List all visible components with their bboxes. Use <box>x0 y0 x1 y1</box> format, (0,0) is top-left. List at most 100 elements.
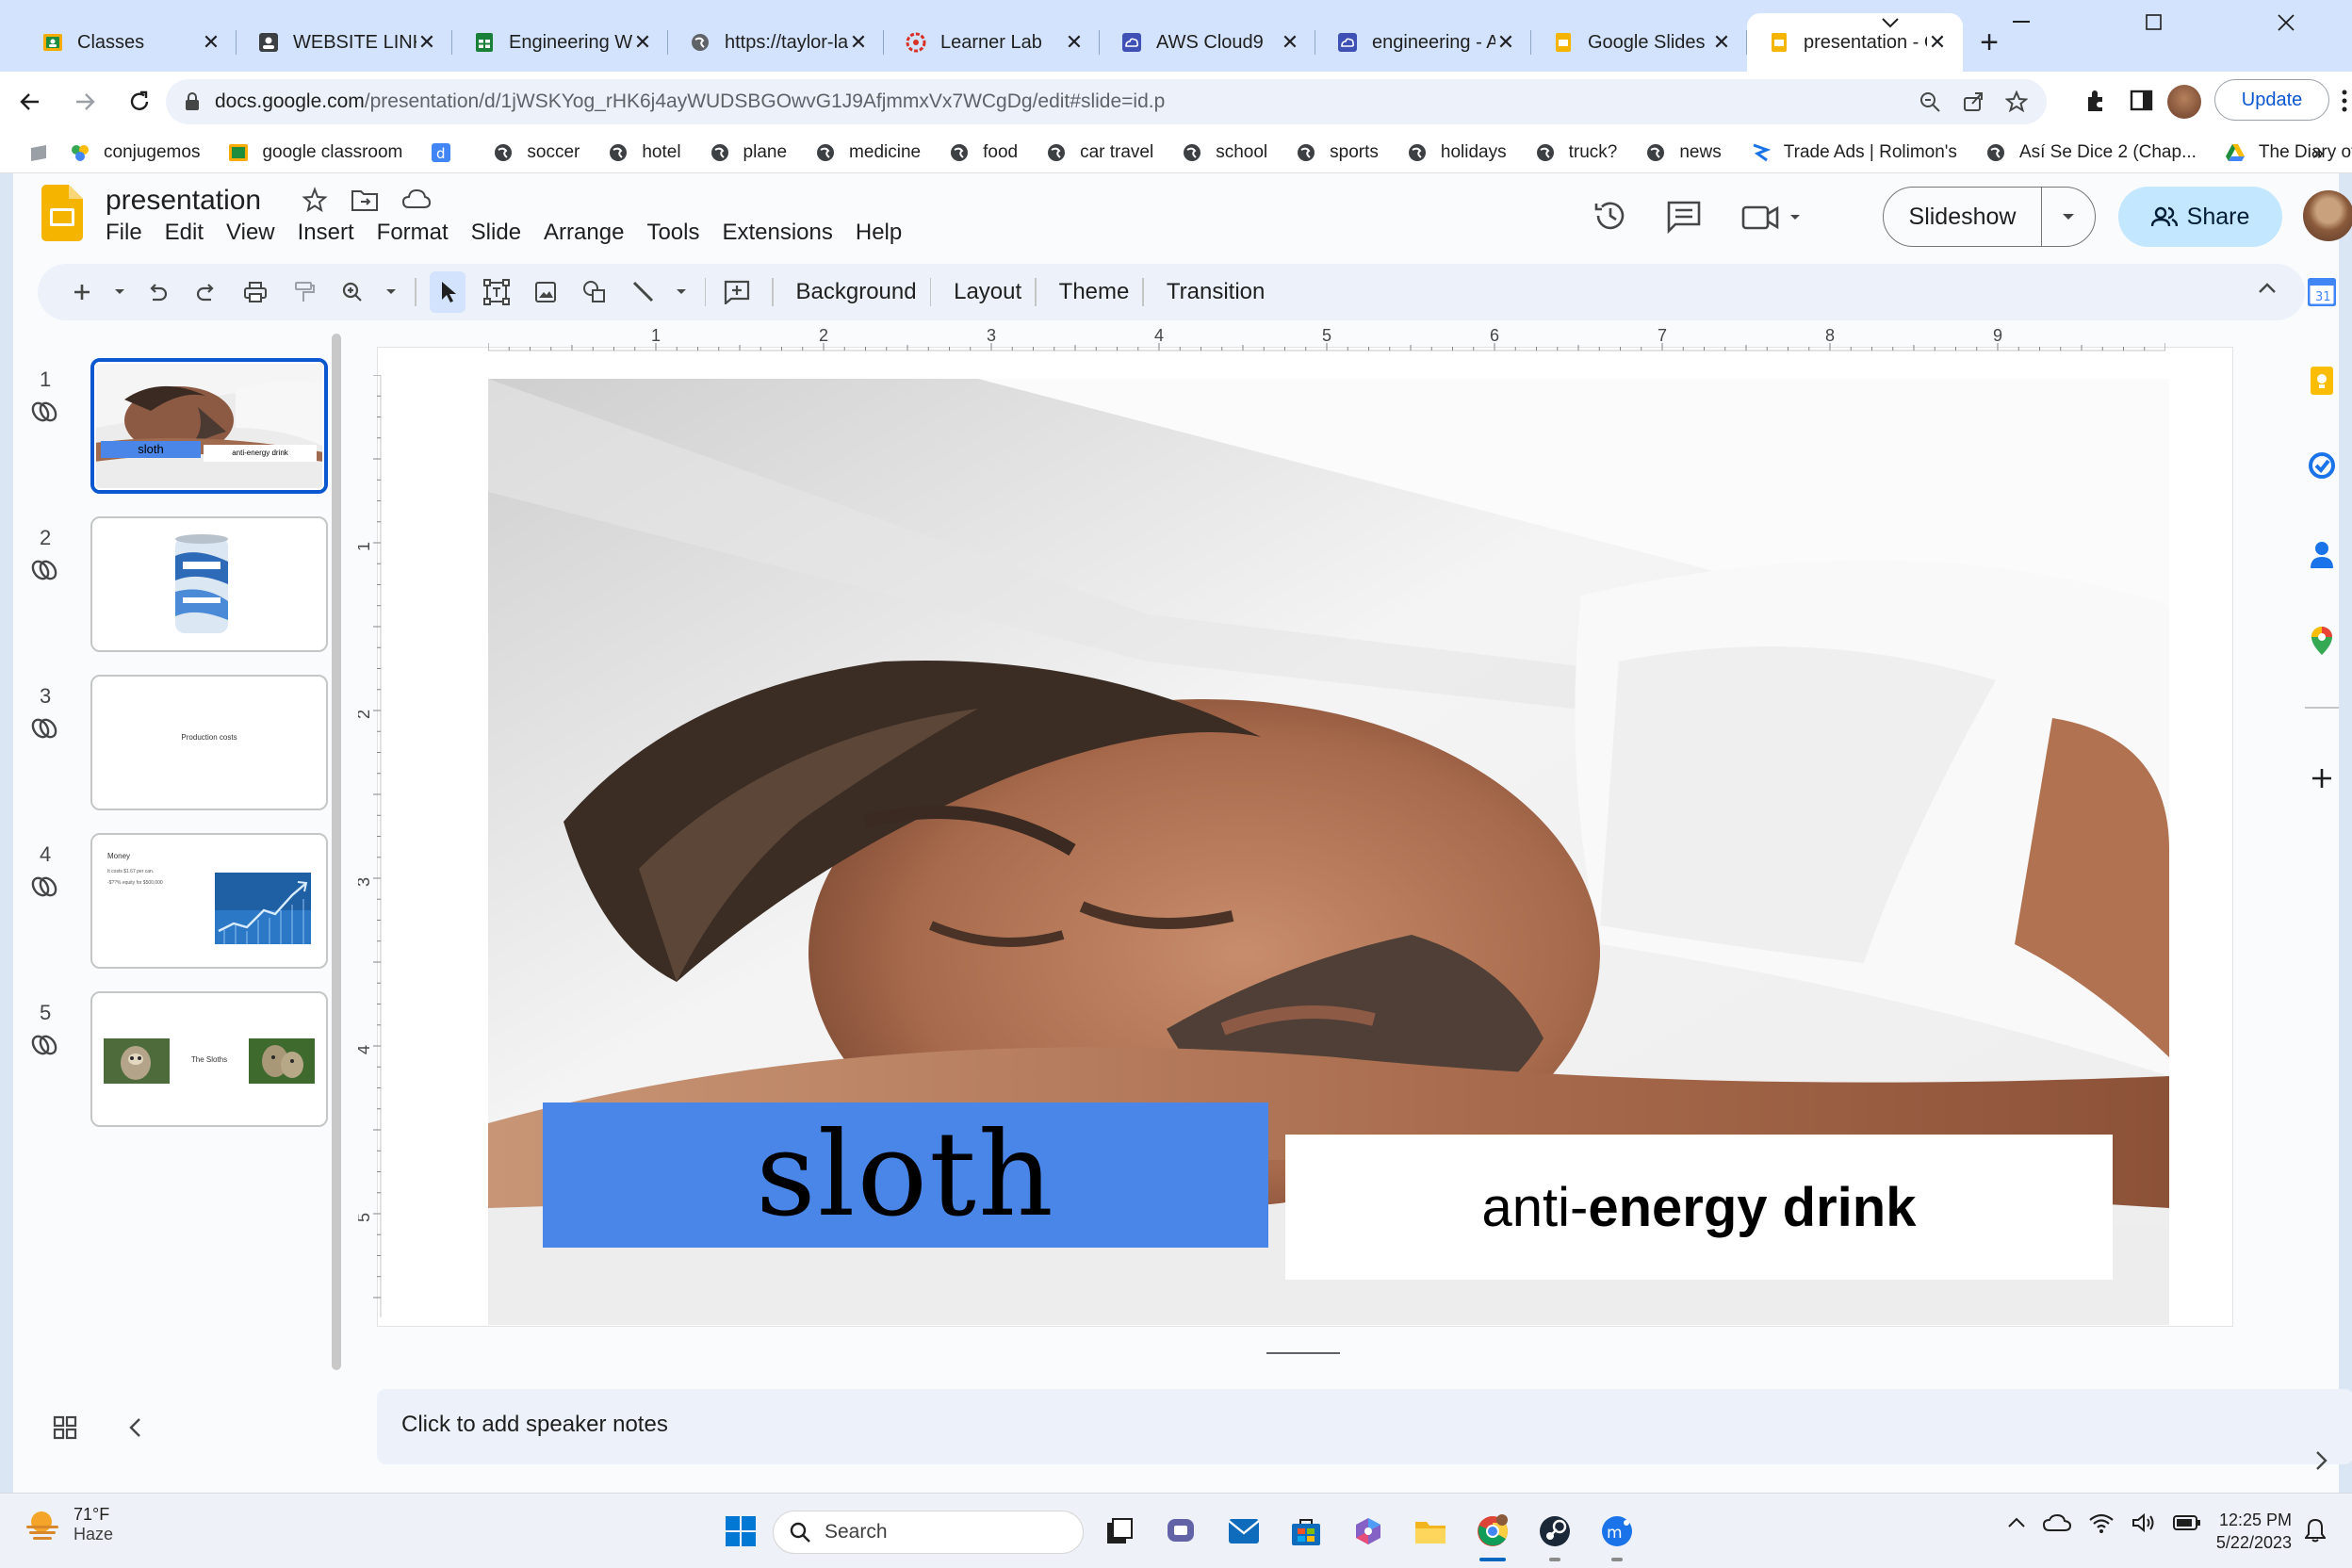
close-tab-icon[interactable]: ✕ <box>416 30 437 55</box>
bookmark-item[interactable]: The Diary of Anne F... <box>2225 142 2352 163</box>
select-cursor-icon[interactable] <box>429 271 466 313</box>
menu-extensions[interactable]: Extensions <box>722 220 832 246</box>
expand-panel-icon[interactable] <box>2292 1432 2352 1489</box>
slideshow-dropdown-icon[interactable] <box>2042 213 2095 220</box>
redo-icon[interactable] <box>188 271 224 313</box>
tasks-icon[interactable] <box>2292 437 2352 494</box>
menu-help[interactable]: Help <box>856 220 902 246</box>
filmstrip-item[interactable]: 1 sloth anti-energy drink <box>30 358 332 509</box>
collapse-toolbar-icon[interactable] <box>2258 283 2277 294</box>
lock-icon[interactable] <box>185 92 200 111</box>
filmstrip-item[interactable]: 5 The Sloths <box>30 991 332 1142</box>
bookmark-item[interactable]: food <box>949 142 1018 163</box>
slide-thumbnail[interactable] <box>90 516 328 652</box>
browser-tab[interactable]: https://taylor-la ✕ <box>668 13 884 72</box>
bookmark-item[interactable]: car travel <box>1046 142 1153 163</box>
file-explorer-icon[interactable] <box>1408 1509 1453 1554</box>
zoom-icon[interactable] <box>1919 90 1941 113</box>
bookmark-item[interactable]: conjugemos <box>70 142 200 163</box>
slideshow-label[interactable]: Slideshow <box>1884 188 2042 246</box>
line-icon[interactable] <box>626 271 662 313</box>
get-addons-icon[interactable] <box>2292 750 2352 807</box>
close-tab-icon[interactable]: ✕ <box>1064 30 1085 55</box>
slide-thumbnail[interactable]: Production costs <box>90 675 328 810</box>
add-comment-icon[interactable] <box>719 271 755 313</box>
share-page-icon[interactable] <box>1962 90 1984 113</box>
menu-file[interactable]: File <box>106 220 142 246</box>
taskbar-search[interactable]: Search <box>773 1511 1084 1554</box>
move-folder-icon[interactable] <box>351 187 379 213</box>
close-tab-icon[interactable]: ✕ <box>632 30 653 55</box>
side-panel-icon[interactable] <box>2130 89 2154 113</box>
filmstrip-scrollbar[interactable] <box>332 334 341 1370</box>
bookmark-item[interactable]: plane <box>710 142 787 163</box>
slideshow-button[interactable]: Slideshow <box>1883 187 2096 247</box>
menu-format[interactable]: Format <box>377 220 449 246</box>
transition-button[interactable]: Transition <box>1157 279 1274 305</box>
menu-tools[interactable]: Tools <box>646 220 699 246</box>
mail-icon[interactable] <box>1221 1509 1266 1554</box>
version-history-icon[interactable] <box>1592 198 1628 234</box>
musescore-icon[interactable]: m <box>1594 1509 1640 1561</box>
start-icon[interactable] <box>718 1509 763 1554</box>
bookmark-item[interactable]: google classroom <box>228 142 402 163</box>
current-slide[interactable]: sloth anti-energy drink <box>488 379 2169 1325</box>
menu-slide[interactable]: Slide <box>471 220 521 246</box>
chrome-icon[interactable] <box>1470 1509 1515 1561</box>
line-dropdown-icon[interactable] <box>675 271 688 313</box>
notes-resize-handle[interactable] <box>1266 1352 1340 1354</box>
browser-tab[interactable]: Learner Lab ✕ <box>884 13 1100 72</box>
bookmark-item[interactable]: news <box>1645 142 1722 163</box>
onedrive-icon[interactable] <box>2043 1513 2071 1532</box>
bookmark-item[interactable]: hotel <box>608 142 681 163</box>
tab-search-icon[interactable] <box>1824 0 1956 45</box>
new-slide-dropdown-icon[interactable] <box>113 271 126 313</box>
system-clock[interactable]: 12:25 PM 5/22/2023 <box>2213 1509 2292 1554</box>
keep-icon[interactable] <box>2292 352 2352 409</box>
bookmark-item[interactable]: medicine <box>815 142 921 163</box>
paint-format-icon[interactable] <box>286 271 322 313</box>
maps-icon[interactable] <box>2292 612 2352 669</box>
cloud-saved-icon[interactable] <box>401 187 432 213</box>
steam-icon[interactable] <box>1532 1509 1577 1561</box>
bookmark-item[interactable]: d <box>431 142 465 163</box>
browser-tab[interactable]: AWS Cloud9 ✕ <box>1100 13 1315 72</box>
forward-icon[interactable] <box>60 77 109 126</box>
back-icon[interactable] <box>6 77 55 126</box>
speaker-notes[interactable]: Click to add speaker notes <box>377 1389 2352 1464</box>
copilot-icon[interactable] <box>1346 1509 1391 1554</box>
bookmark-item[interactable]: Trade Ads | Rolimon's <box>1750 142 1957 163</box>
layout-button[interactable]: Layout <box>944 279 1031 305</box>
meet-icon[interactable] <box>1741 202 1804 232</box>
subtitle-text-box[interactable]: anti-energy drink <box>1285 1135 2113 1280</box>
zoom-dropdown-icon[interactable] <box>384 271 398 313</box>
menu-view[interactable]: View <box>226 220 275 246</box>
maximize-icon[interactable] <box>2088 0 2220 45</box>
grid-view-icon[interactable] <box>53 1415 77 1440</box>
slide-thumbnail[interactable]: Money It costs $1.67 per can. -$??% equi… <box>90 833 328 969</box>
url-bar[interactable]: docs.google.com/presentation/d/1jWSKYog_… <box>166 79 2047 124</box>
close-window-icon[interactable] <box>2220 0 2352 45</box>
reload-icon[interactable] <box>115 77 164 126</box>
shape-icon[interactable] <box>577 271 612 313</box>
slides-logo-icon[interactable] <box>41 185 83 241</box>
menu-dots-icon[interactable] <box>2341 89 2348 113</box>
bookmark-item[interactable]: school <box>1182 142 1267 163</box>
apps-icon[interactable] <box>28 142 49 163</box>
close-tab-icon[interactable]: ✕ <box>201 30 221 55</box>
star-icon[interactable] <box>302 187 328 213</box>
volume-icon[interactable] <box>2132 1512 2156 1533</box>
browser-tab[interactable]: WEBSITE LINKS ( ✕ <box>237 13 452 72</box>
menu-edit[interactable]: Edit <box>165 220 204 246</box>
teams-chat-icon[interactable] <box>1159 1509 1204 1554</box>
bookmark-star-icon[interactable] <box>2005 90 2028 113</box>
wifi-icon[interactable] <box>2088 1512 2115 1533</box>
filmstrip-item[interactable]: 3 Production costs <box>30 675 332 825</box>
background-button[interactable]: Background <box>787 279 926 305</box>
theme-button[interactable]: Theme <box>1050 279 1139 305</box>
tray-overflow-icon[interactable] <box>2007 1517 2026 1528</box>
comments-icon[interactable] <box>1666 200 1702 234</box>
new-slide-icon[interactable] <box>64 271 100 313</box>
bookmark-item[interactable]: soccer <box>493 142 580 163</box>
weather-widget[interactable]: 71°F Haze <box>24 1505 113 1544</box>
